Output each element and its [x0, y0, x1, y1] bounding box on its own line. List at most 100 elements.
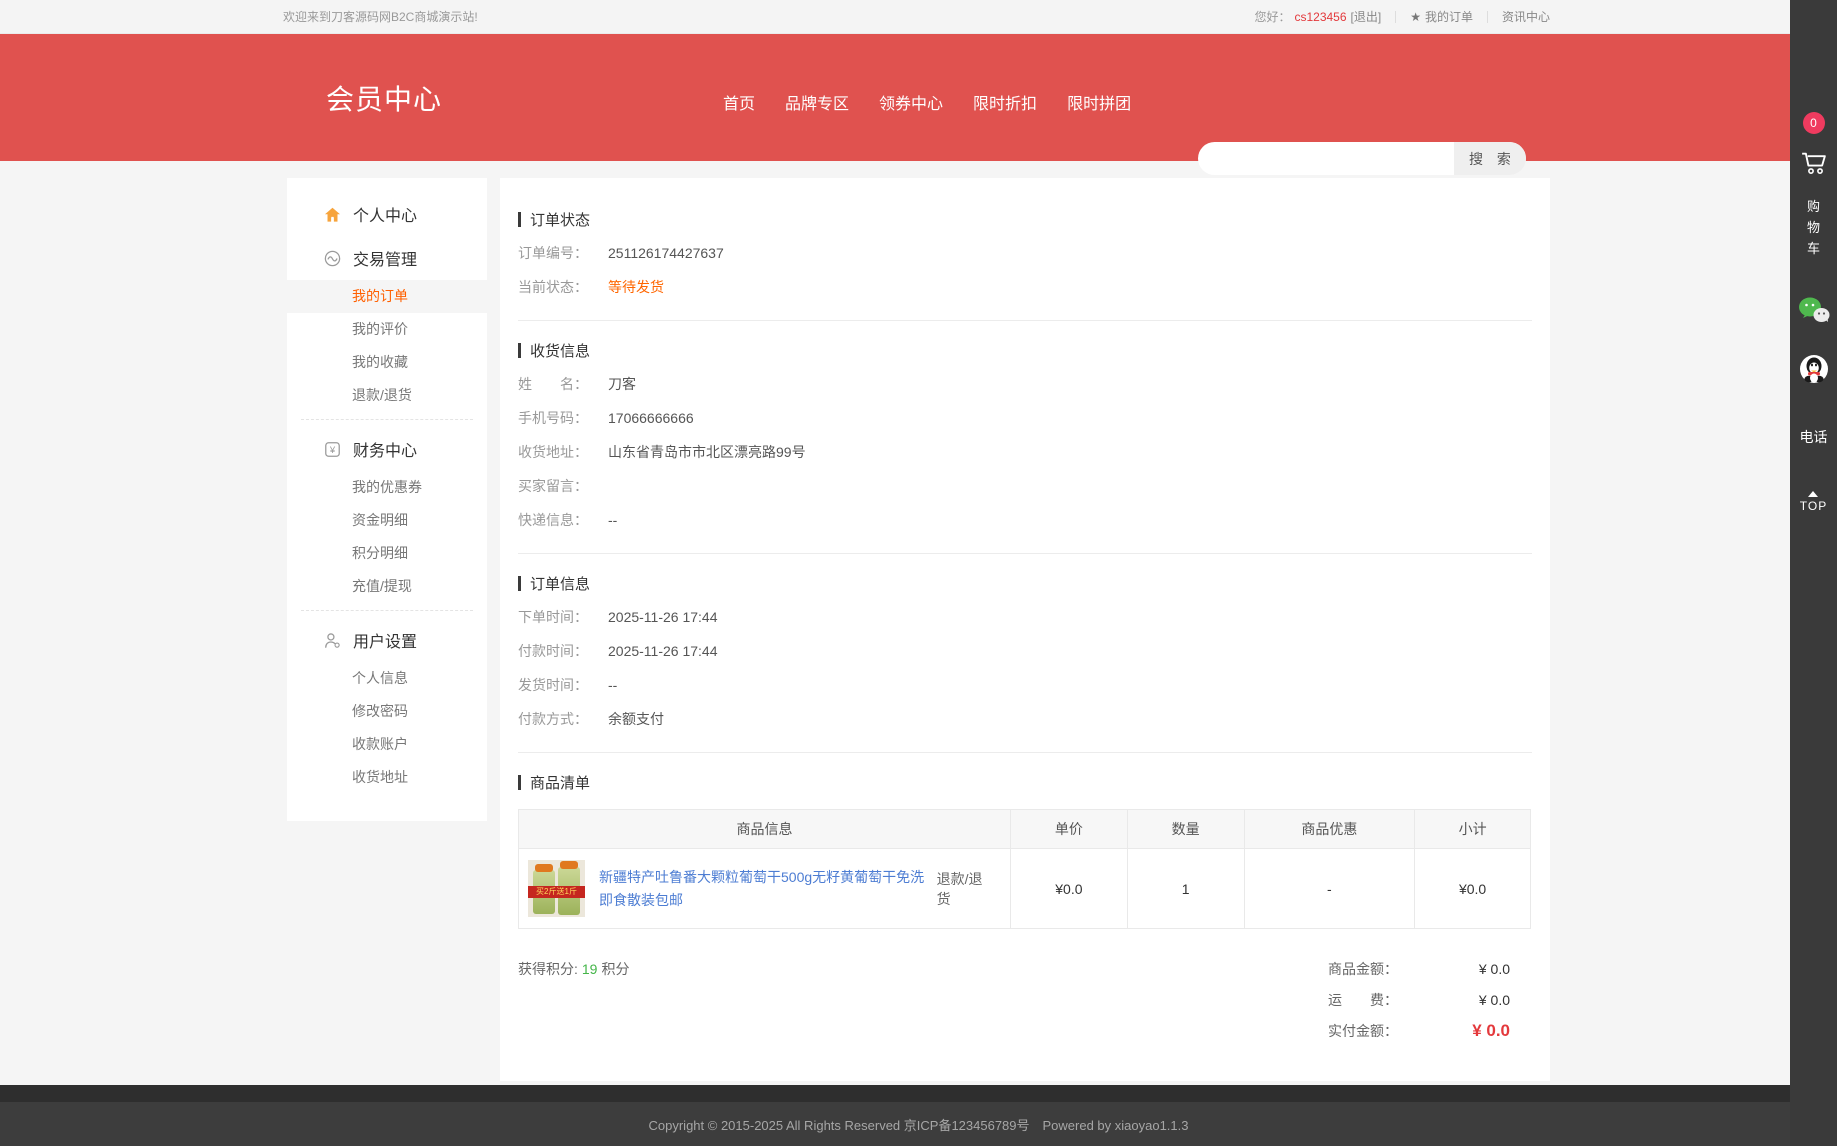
- divider: [518, 752, 1532, 753]
- pay-method-value: 余额支付: [608, 709, 664, 729]
- sidebar-item-recharge-withdraw[interactable]: 充值/提现: [287, 570, 487, 603]
- ship-time-row: 发货时间： --: [518, 668, 1532, 702]
- shipping-fee-label: 运 费：: [1328, 990, 1398, 1010]
- divider: [1395, 11, 1396, 23]
- refund-return-label: 退款/退货: [937, 869, 991, 909]
- goods-header-row: 商品信息 单价 数量 商品优惠 小计: [519, 810, 1531, 849]
- sidebar-group-trade[interactable]: 交易管理: [287, 236, 487, 280]
- sidebar-group-user-settings[interactable]: 用户设置: [287, 618, 487, 662]
- recipient-name-value: 刀客: [608, 374, 636, 394]
- address-row: 收货地址： 山东省青岛市市北区漂亮路99号: [518, 435, 1532, 469]
- product-image[interactable]: 买2斤送1斤: [528, 860, 585, 917]
- back-to-top-label: TOP: [1800, 499, 1827, 513]
- pay-time-label: 付款时间：: [518, 641, 608, 661]
- sidebar-item-profile[interactable]: 个人信息: [287, 662, 487, 695]
- divider: [518, 553, 1532, 554]
- recipient-name-row: 姓 名： 刀客: [518, 367, 1532, 401]
- greeting-label: 您好：: [1254, 10, 1290, 24]
- up-arrow-icon: [1808, 491, 1818, 497]
- content-area: 个人中心 交易管理 我的订单 我的评价 我的收藏 退款/退货 ¥ 财务中心 我的…: [0, 161, 1837, 1081]
- my-orders-link[interactable]: ★我的订单: [1410, 8, 1473, 25]
- buyer-message-label: 买家留言：: [518, 476, 608, 496]
- cart-icon[interactable]: [1799, 148, 1829, 178]
- nav-home[interactable]: 首页: [723, 90, 755, 114]
- pay-time-value: 2025-11-26 17:44: [608, 643, 718, 659]
- sidebar-item-points-detail[interactable]: 积分明细: [287, 537, 487, 570]
- sidebar-item-payment-account[interactable]: 收款账户: [287, 728, 487, 761]
- back-to-top-button[interactable]: TOP: [1800, 491, 1827, 513]
- order-detail-panel: 订单状态 订单编号： 251126174427637 当前状态： 等待发货 收货…: [500, 178, 1550, 1081]
- points-unit: 积分: [601, 959, 629, 979]
- earned-points: 获得积分: 19 积分: [518, 953, 629, 985]
- goods-table: 商品信息 单价 数量 商品优惠 小计 买2斤送1斤: [518, 809, 1531, 929]
- section-title-label: 订单信息: [530, 573, 590, 594]
- sidebar-item-my-reviews[interactable]: 我的评价: [287, 313, 487, 346]
- section-bar: [518, 576, 521, 591]
- phone-label: 手机号码：: [518, 408, 608, 428]
- order-status-badge: 等待发货: [608, 277, 664, 297]
- address-value: 山东省青岛市市北区漂亮路99号: [608, 442, 806, 462]
- sidebar-group-label: 财务中心: [353, 437, 417, 461]
- search-input[interactable]: [1198, 142, 1454, 175]
- phone-row: 手机号码： 17066666666: [518, 401, 1532, 435]
- sidebar-item-shipping-address[interactable]: 收货地址: [287, 761, 487, 794]
- sidebar-group-label: 用户设置: [353, 628, 417, 652]
- section-order-info: 订单信息: [518, 572, 1532, 594]
- col-discount: 商品优惠: [1244, 810, 1415, 849]
- logout-link[interactable]: [退出]: [1351, 10, 1382, 24]
- product-name-link[interactable]: 新疆特产吐鲁番大颗粒葡萄干500g无籽黄葡萄干免洗即食散装包邮: [599, 866, 937, 912]
- wechat-icon[interactable]: [1797, 295, 1831, 325]
- nav-brand-zone[interactable]: 品牌专区: [785, 90, 849, 114]
- page-title: 会员中心: [326, 78, 442, 118]
- cart-label[interactable]: 购物车: [1806, 196, 1822, 259]
- sidebar-item-my-coupons[interactable]: 我的优惠券: [287, 471, 487, 504]
- divider: [301, 610, 473, 611]
- username: cs123456: [1294, 10, 1346, 24]
- nav-coupon-center[interactable]: 领券中心: [879, 90, 943, 114]
- search-button[interactable]: 搜 索: [1454, 142, 1526, 175]
- section-bar: [518, 343, 521, 358]
- sidebar-item-change-password[interactable]: 修改密码: [287, 695, 487, 728]
- section-bar: [518, 775, 521, 790]
- qq-icon[interactable]: [1798, 353, 1830, 387]
- sidebar-group-finance[interactable]: ¥ 财务中心: [287, 427, 487, 471]
- sidebar-group-label: 交易管理: [353, 246, 417, 270]
- nav-group-buy[interactable]: 限时拼团: [1067, 90, 1131, 114]
- sidebar: 个人中心 交易管理 我的订单 我的评价 我的收藏 退款/退货 ¥ 财务中心 我的…: [287, 178, 487, 821]
- order-time-label: 下单时间：: [518, 607, 608, 627]
- col-quantity: 数量: [1127, 810, 1244, 849]
- main-nav: 首页 品牌专区 领券中心 限时折扣 限时拼团: [723, 90, 1131, 114]
- tracking-value: --: [608, 512, 617, 528]
- paid-amount-label: 实付金额：: [1328, 1021, 1398, 1041]
- sidebar-group-label: 个人中心: [353, 202, 417, 226]
- section-shipping-info: 收货信息: [518, 339, 1532, 361]
- shipping-fee-row: 运 费： ¥ 0.0: [1328, 984, 1510, 1015]
- phone-link[interactable]: 电话: [1800, 427, 1828, 447]
- paid-amount-value: ¥ 0.0: [1398, 1021, 1510, 1041]
- order-time-row: 下单时间： 2025-11-26 17:44: [518, 600, 1532, 634]
- sidebar-item-my-favorites[interactable]: 我的收藏: [287, 346, 487, 379]
- unit-price-cell: ¥0.0: [1010, 849, 1127, 929]
- sidebar-group-personal[interactable]: 个人中心: [287, 192, 487, 236]
- cart-count-badge: 0: [1803, 112, 1825, 134]
- goods-amount-value: ¥ 0.0: [1398, 961, 1510, 977]
- buyer-message-row: 买家留言：: [518, 469, 1532, 503]
- section-order-status: 订单状态: [518, 208, 1532, 230]
- news-center-link[interactable]: 资讯中心: [1502, 8, 1550, 25]
- recipient-name-label: 姓 名：: [518, 374, 608, 394]
- pay-time-row: 付款时间： 2025-11-26 17:44: [518, 634, 1532, 668]
- section-title-label: 订单状态: [530, 209, 590, 230]
- order-time-value: 2025-11-26 17:44: [608, 609, 718, 625]
- pay-method-label: 付款方式：: [518, 709, 608, 729]
- goods-amount-label: 商品金额：: [1328, 959, 1398, 979]
- sidebar-item-my-orders[interactable]: 我的订单: [287, 280, 487, 313]
- star-icon: ★: [1410, 10, 1421, 24]
- nav-flash-discount[interactable]: 限时折扣: [973, 90, 1037, 114]
- sidebar-item-refund-return[interactable]: 退款/退货: [287, 379, 487, 412]
- greeting: 您好： cs123456 [退出]: [1254, 8, 1381, 25]
- address-label: 收货地址：: [518, 442, 608, 462]
- order-summary: 获得积分: 19 积分 商品金额： ¥ 0.0 运 费： ¥ 0.0 实付金额：…: [518, 953, 1532, 1046]
- sidebar-item-funds-detail[interactable]: 资金明细: [287, 504, 487, 537]
- float-toolbar: 0 购物车 电话 TOP: [1790, 0, 1837, 1146]
- product-image-badge: 买2斤送1斤: [528, 886, 585, 898]
